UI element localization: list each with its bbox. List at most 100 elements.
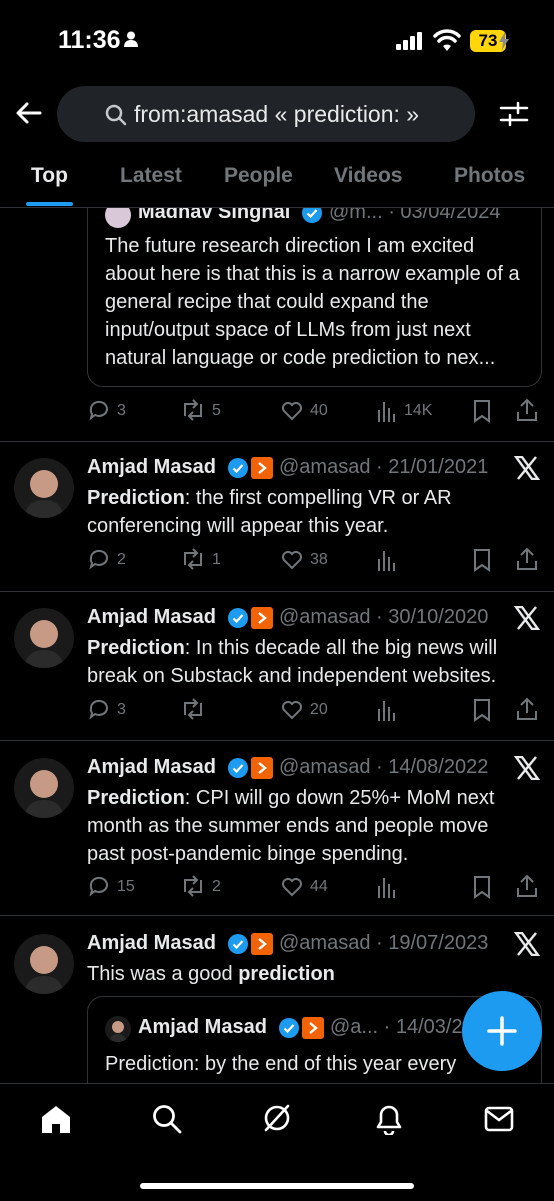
quoted-handle-date: @a... · 14/03/2 (330, 1016, 463, 1038)
reply-count: 3 (117, 701, 126, 718)
like-heart-icon[interactable] (280, 547, 304, 571)
author-name[interactable]: Amjad Masad (87, 606, 216, 629)
views-chart-icon[interactable] (376, 549, 396, 571)
home-icon[interactable] (40, 1104, 72, 1134)
quoted-handle-date: @m... · 03/04/2024 (329, 208, 501, 223)
search-filter-icon[interactable] (499, 100, 529, 128)
post-text-bold: Prediction (87, 637, 185, 659)
messages-envelope-icon[interactable] (484, 1106, 514, 1132)
grok-icon[interactable] (261, 1102, 293, 1134)
cellular-signal-icon (396, 32, 422, 50)
views-chart-icon[interactable] (376, 876, 396, 898)
bookmark-icon[interactable] (472, 399, 492, 423)
post-text: This was a good prediction (87, 960, 527, 988)
charging-bolt-icon (499, 32, 509, 50)
post-text: Prediction: In this decade all the big n… (87, 634, 532, 690)
bookmark-icon[interactable] (472, 698, 492, 722)
verified-badge-icon (228, 458, 248, 478)
views-count: 14K (404, 402, 433, 419)
reply-icon[interactable] (87, 697, 111, 721)
search-query[interactable]: from:amasad « prediction: » (134, 101, 419, 128)
author-name[interactable]: Amjad Masad (87, 932, 216, 955)
post-divider (0, 441, 554, 442)
avatar[interactable] (14, 758, 74, 818)
post-divider (0, 740, 554, 741)
share-icon[interactable] (516, 697, 538, 721)
quoted-author-name: Amjad Masad (138, 1016, 267, 1038)
post-text: Prediction: CPI will go down 25%+ MoM ne… (87, 784, 527, 868)
views-chart-icon[interactable] (376, 400, 396, 422)
repost-icon[interactable] (180, 874, 206, 898)
share-icon[interactable] (516, 398, 538, 422)
reply-count: 15 (117, 878, 135, 895)
repost-icon[interactable] (180, 398, 206, 422)
x-logo-icon (514, 756, 540, 780)
x-logo-icon (514, 606, 540, 630)
affiliate-badge-icon (251, 933, 273, 955)
author-name[interactable]: Amjad Masad (87, 756, 216, 779)
like-count: 44 (310, 878, 328, 895)
repost-icon[interactable] (180, 547, 206, 571)
verified-badge-icon (302, 208, 322, 223)
active-tab-indicator (26, 202, 73, 206)
repost-icon[interactable] (180, 697, 206, 721)
status-time: 11:36 (58, 26, 121, 54)
reply-icon[interactable] (87, 398, 111, 422)
tab-top[interactable]: Top (31, 164, 68, 188)
affiliate-badge-icon (302, 1017, 324, 1039)
tab-photos[interactable]: Photos (454, 164, 525, 188)
handle-date: @amasad · 14/08/2022 (279, 756, 489, 778)
like-count: 38 (310, 551, 328, 568)
status-bar: 11:36 73 (0, 0, 554, 80)
quoted-post-text: The future research direction I am excit… (105, 235, 520, 369)
verified-badge-icon (228, 758, 248, 778)
bookmark-icon[interactable] (472, 548, 492, 572)
like-heart-icon[interactable] (280, 874, 304, 898)
home-indicator (140, 1183, 414, 1189)
avatar[interactable] (14, 458, 74, 518)
post-text-start: This was a good (87, 963, 239, 985)
post-divider (0, 591, 554, 592)
compose-post-button[interactable] (462, 991, 542, 1071)
wifi-icon (433, 29, 461, 51)
reply-count: 2 (117, 551, 126, 568)
reply-icon[interactable] (87, 547, 111, 571)
repost-count: 5 (212, 402, 221, 419)
reply-count: 3 (117, 402, 126, 419)
like-heart-icon[interactable] (280, 697, 304, 721)
search-icon (105, 104, 127, 126)
plus-icon (487, 1016, 517, 1046)
back-arrow-icon[interactable] (14, 98, 44, 128)
tab-videos[interactable]: Videos (334, 164, 402, 188)
like-heart-icon[interactable] (280, 398, 304, 422)
avatar[interactable] (14, 608, 74, 668)
author-name[interactable]: Amjad Masad (87, 456, 216, 479)
share-icon[interactable] (516, 547, 538, 571)
handle-date: @amasad · 21/01/2021 (279, 456, 489, 478)
tab-people[interactable]: People (224, 164, 293, 188)
quoted-author-name: Madhav Singhal (138, 208, 291, 223)
repost-count: 2 (212, 878, 221, 895)
bookmark-icon[interactable] (472, 875, 492, 899)
verified-badge-icon (279, 1018, 299, 1038)
search-icon[interactable] (152, 1104, 182, 1134)
tab-latest[interactable]: Latest (120, 164, 182, 188)
handle-date: @amasad · 19/07/2023 (279, 932, 489, 954)
views-chart-icon[interactable] (376, 699, 396, 721)
like-count: 40 (310, 402, 328, 419)
post-text-bold: Prediction (87, 487, 185, 509)
search-results-feed: Madhav Singhal @m... · 03/04/2024 The fu… (0, 208, 554, 1083)
post-text-bold: prediction (238, 963, 335, 985)
notifications-bell-icon[interactable] (374, 1103, 404, 1135)
x-logo-icon (514, 932, 540, 956)
post-text: Prediction: the first compelling VR or A… (87, 484, 527, 540)
verified-badge-icon (228, 934, 248, 954)
affiliate-badge-icon (251, 607, 273, 629)
share-icon[interactable] (516, 874, 538, 898)
avatar[interactable] (14, 934, 74, 994)
post-text-bold: Prediction (87, 787, 185, 809)
avatar (105, 1016, 131, 1042)
x-logo-icon (514, 456, 540, 480)
handle-date: @amasad · 30/10/2020 (279, 606, 489, 628)
reply-icon[interactable] (87, 874, 111, 898)
